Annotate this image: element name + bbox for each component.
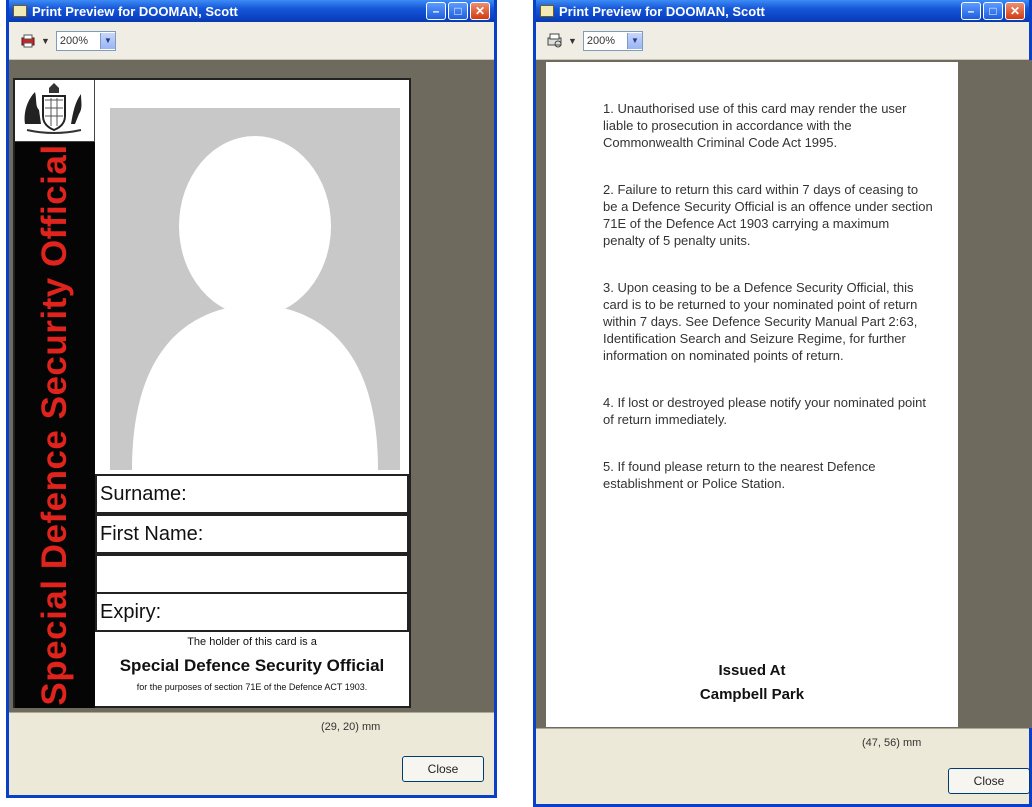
term-2: 2. Failure to return this card within 7 … bbox=[603, 182, 933, 248]
term-3: 3. Upon ceasing to be a Defence Security… bbox=[603, 280, 918, 363]
first-name-field: First Name: bbox=[95, 514, 409, 554]
close-window-button[interactable]: ✕ bbox=[1005, 2, 1025, 20]
app-icon bbox=[13, 5, 27, 17]
toolbar: ▼ 200% ▼ bbox=[9, 22, 494, 60]
app-icon bbox=[540, 5, 554, 17]
title-bar[interactable]: Print Preview for DOOMAN, Scott – □ ✕ bbox=[9, 0, 494, 22]
window-title: Print Preview for DOOMAN, Scott bbox=[32, 3, 238, 19]
id-card-front: Special Defence Security Official Surnam… bbox=[13, 78, 411, 708]
holder-line-3: for the purposes of section 71E of the D… bbox=[136, 682, 368, 692]
cursor-coordinates: (47, 56) mm bbox=[862, 737, 922, 749]
minimize-button[interactable]: – bbox=[961, 2, 981, 20]
chevron-down-icon[interactable]: ▼ bbox=[568, 36, 577, 46]
printer-icon[interactable] bbox=[17, 32, 39, 50]
term-5: 5. If found please return to the nearest… bbox=[603, 459, 876, 491]
printer-icon[interactable] bbox=[544, 32, 566, 50]
close-button[interactable]: Close bbox=[402, 756, 484, 782]
issued-location: Campbell Park bbox=[699, 686, 805, 703]
minimize-button[interactable]: – bbox=[426, 2, 446, 20]
title-bar[interactable]: Print Preview for DOOMAN, Scott – □ ✕ bbox=[536, 0, 1029, 22]
terms-list: 1. Unauthorised use of this card may ren… bbox=[603, 100, 933, 522]
surname-field: Surname: bbox=[95, 474, 409, 514]
chevron-down-icon[interactable]: ▼ bbox=[99, 32, 115, 49]
issued-at-label: Issued At bbox=[718, 662, 786, 679]
maximize-button[interactable]: □ bbox=[983, 2, 1003, 20]
cursor-coordinates: (29, 20) mm bbox=[321, 721, 381, 733]
toolbar: ▼ 200% ▼ bbox=[536, 22, 1029, 60]
chevron-down-icon[interactable]: ▼ bbox=[41, 36, 50, 46]
crest-box bbox=[15, 80, 95, 142]
side-title: Special Defence Security Official bbox=[35, 144, 74, 706]
term-4: 4. If lost or destroyed please notify yo… bbox=[603, 395, 927, 427]
id-card-back: 1. Unauthorised use of this card may ren… bbox=[546, 62, 958, 727]
photo-placeholder bbox=[110, 108, 400, 470]
expiry-field: Expiry: bbox=[95, 592, 409, 632]
term-1: 1. Unauthorised use of this card may ren… bbox=[603, 101, 907, 150]
holder-line-1: The holder of this card is a bbox=[187, 636, 317, 648]
zoom-value: 200% bbox=[586, 34, 616, 47]
zoom-select[interactable]: 200% ▼ bbox=[55, 30, 116, 51]
coat-of-arms-icon bbox=[24, 83, 82, 134]
side-strip: Special Defence Security Official bbox=[15, 142, 95, 708]
holder-line-2: Special Defence Security Official bbox=[119, 656, 385, 675]
close-button[interactable]: Close bbox=[948, 768, 1030, 794]
holder-statement: The holder of this card is a Special Def… bbox=[95, 632, 409, 708]
maximize-button[interactable]: □ bbox=[448, 2, 468, 20]
blank-field bbox=[95, 554, 409, 594]
zoom-value: 200% bbox=[59, 34, 89, 47]
zoom-select[interactable]: 200% ▼ bbox=[582, 30, 643, 51]
close-window-button[interactable]: ✕ bbox=[470, 2, 490, 20]
status-bar: (47, 56) mm bbox=[536, 728, 1029, 759]
window-title: Print Preview for DOOMAN, Scott bbox=[559, 3, 765, 19]
chevron-down-icon[interactable]: ▼ bbox=[626, 32, 642, 49]
status-bar: (29, 20) mm bbox=[9, 712, 494, 743]
